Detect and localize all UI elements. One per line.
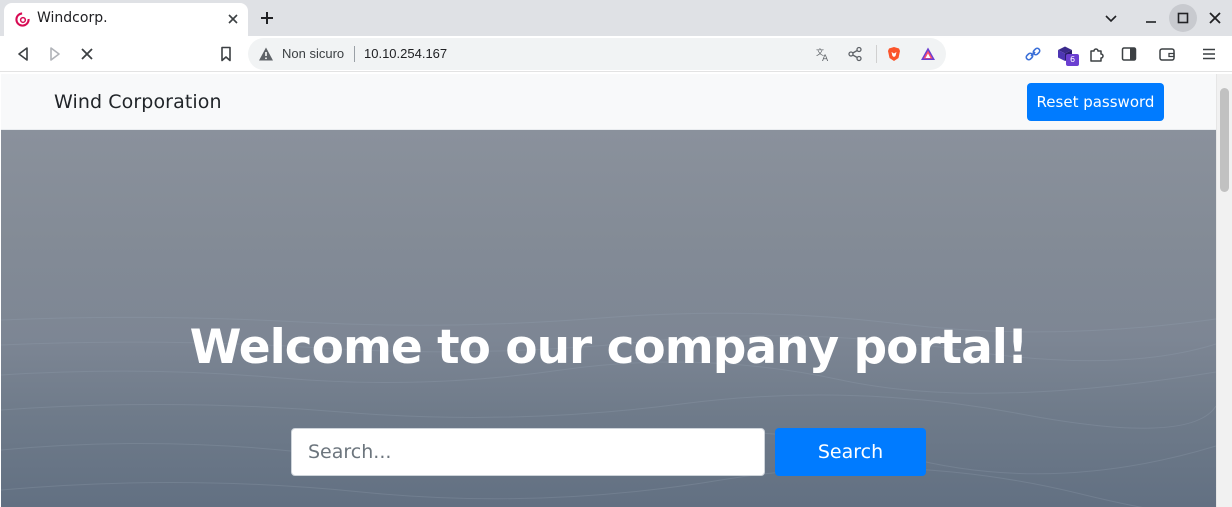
browser-tab[interactable]: Windcorp. bbox=[4, 3, 248, 36]
debian-swirl-icon bbox=[15, 12, 30, 27]
sidebar-icon[interactable] bbox=[1120, 45, 1138, 63]
close-icon bbox=[1209, 12, 1221, 24]
minimize-icon bbox=[1146, 21, 1156, 23]
tab-title: Windcorp. bbox=[37, 10, 108, 26]
warning-icon[interactable] bbox=[258, 46, 274, 62]
forward-icon[interactable] bbox=[46, 45, 64, 63]
extension-badge: 6 bbox=[1066, 54, 1079, 66]
hero-title: Welcome to our company portal! bbox=[189, 320, 1029, 375]
close-icon[interactable] bbox=[225, 11, 241, 27]
hero-section: Welcome to our company portal! Search bbox=[1, 130, 1216, 507]
tab-search-button[interactable] bbox=[1097, 4, 1125, 32]
brave-shield-icon[interactable] bbox=[886, 46, 902, 62]
wallet-icon[interactable] bbox=[1158, 45, 1176, 63]
bookmark-icon[interactable] bbox=[217, 45, 235, 63]
omnibox-divider bbox=[354, 46, 355, 62]
search-input[interactable] bbox=[291, 428, 765, 476]
scrollbar-thumb[interactable] bbox=[1220, 88, 1229, 192]
puzzle-icon[interactable] bbox=[1088, 45, 1106, 63]
url-text[interactable]: 10.10.254.167 bbox=[364, 46, 447, 61]
omnibox-divider bbox=[876, 45, 877, 63]
site-navbar: Wind Corporation Reset password bbox=[1, 74, 1216, 130]
hamburger-icon[interactable] bbox=[1200, 45, 1218, 63]
stop-icon[interactable] bbox=[78, 45, 96, 63]
minimize-button[interactable] bbox=[1137, 4, 1165, 32]
plus-icon[interactable] bbox=[258, 9, 276, 27]
maximize-button[interactable] bbox=[1169, 4, 1197, 32]
chevron-down-icon bbox=[1105, 15, 1117, 23]
svg-text:A: A bbox=[822, 54, 829, 62]
maximize-icon bbox=[1177, 12, 1189, 24]
brave-rewards-icon[interactable] bbox=[920, 46, 936, 62]
page-viewport: Wind Corporation Reset password Welcome … bbox=[1, 74, 1216, 507]
page-scrollbar[interactable] bbox=[1216, 74, 1232, 507]
translate-icon[interactable]: 文 A bbox=[815, 46, 831, 62]
security-status[interactable]: Non sicuro bbox=[282, 46, 344, 61]
reset-password-button[interactable]: Reset password bbox=[1027, 83, 1164, 121]
back-icon[interactable] bbox=[14, 45, 32, 63]
address-bar[interactable]: Non sicuro 10.10.254.167 文 A bbox=[248, 38, 946, 70]
share-icon[interactable] bbox=[847, 46, 863, 62]
window-close-button[interactable] bbox=[1201, 4, 1229, 32]
brand-name[interactable]: Wind Corporation bbox=[54, 91, 222, 113]
link-extension-icon[interactable] bbox=[1024, 45, 1042, 63]
search-button[interactable]: Search bbox=[775, 428, 926, 476]
browser-toolbar: Non sicuro 10.10.254.167 文 A 6 bbox=[0, 36, 1232, 72]
tab-strip: Windcorp. bbox=[0, 0, 1232, 36]
